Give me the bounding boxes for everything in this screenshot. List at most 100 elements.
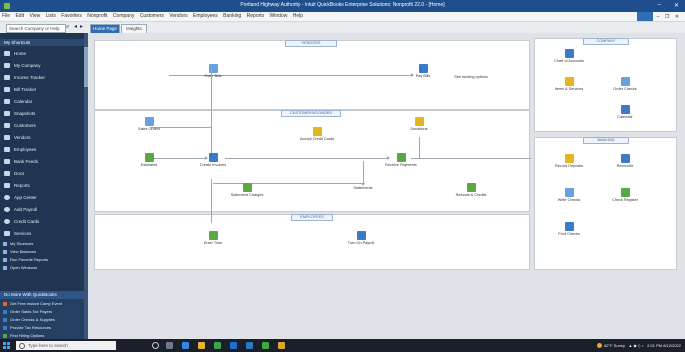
do-more-item[interactable]: Provide Tax Resources bbox=[0, 324, 88, 332]
favorite-reports-icon bbox=[3, 258, 7, 262]
reconcile-node[interactable]: Reconcile bbox=[605, 154, 645, 169]
enter-time-node[interactable]: Enter Time bbox=[193, 231, 233, 246]
windows-start-icon[interactable] bbox=[3, 342, 10, 349]
sidebar-item-bill-tracker[interactable]: Bill Tracker bbox=[0, 84, 84, 95]
see-funding-node[interactable]: See funding options bbox=[451, 74, 491, 80]
sidebar-item-bank-feeds[interactable]: Bank Feeds bbox=[0, 156, 84, 167]
menu-file[interactable]: File bbox=[0, 12, 12, 20]
accept-credit-cards-label: Accept Credit Cards bbox=[300, 137, 334, 141]
sidebar-link-view-balances[interactable]: View Balances bbox=[0, 248, 84, 256]
sidebar-item-home[interactable]: Home bbox=[0, 48, 84, 59]
app-taskbar-icon[interactable] bbox=[278, 342, 285, 349]
menu-window[interactable]: Window bbox=[268, 12, 290, 20]
sidebar-item-docs[interactable]: Docs bbox=[0, 168, 84, 179]
sidebar-item-vendors[interactable]: Vendors bbox=[0, 132, 84, 143]
record-deposits-node[interactable]: Record Deposits bbox=[549, 154, 589, 169]
items-services-node[interactable]: Items & Services bbox=[549, 77, 589, 92]
chart-of-accounts-label: Chart of Accounts bbox=[554, 59, 584, 63]
sidebar-item-app-center[interactable]: App Center bbox=[0, 192, 84, 203]
menu-edit[interactable]: Edit bbox=[13, 12, 26, 20]
do-more-item[interactable]: Order Checks & Supplies bbox=[0, 316, 88, 324]
chrome-icon[interactable] bbox=[214, 342, 221, 349]
tray-icons[interactable]: ▲ ◆ ◇ ♪ bbox=[628, 343, 643, 348]
sidebar-item-add-payroll[interactable]: Add Payroll bbox=[0, 204, 84, 215]
sales-orders-node[interactable]: Sales Orders bbox=[129, 117, 169, 132]
close-button[interactable]: ✕ bbox=[674, 2, 679, 9]
menu-employees[interactable]: Employees bbox=[191, 12, 220, 20]
sidebar-link-my-shortcuts[interactable]: My Shortcuts bbox=[0, 240, 84, 248]
file-explorer-icon[interactable] bbox=[198, 342, 205, 349]
enter-bills-node[interactable]: Enter Bills bbox=[193, 64, 233, 79]
donations-node[interactable]: Donations bbox=[399, 117, 439, 132]
sidebar-item-reports[interactable]: Reports bbox=[0, 180, 84, 191]
sidebar-item-label: App Center bbox=[14, 195, 37, 200]
sidebar-link-favorite-reports[interactable]: Run Favorite Reports bbox=[0, 256, 84, 264]
check-register-node[interactable]: Check Register bbox=[605, 188, 645, 203]
accept-credit-cards-node[interactable]: Accept Credit Cards bbox=[297, 127, 337, 142]
taskbar-search-input[interactable]: Type here to search bbox=[16, 341, 116, 350]
edge-icon[interactable] bbox=[182, 342, 189, 349]
calendar-grid-icon bbox=[620, 105, 630, 114]
record-deposits-icon bbox=[564, 154, 574, 163]
estimates-node[interactable]: Estimates bbox=[129, 153, 169, 168]
customers-panel: CUSTOMERS/DONORS Sales Orders Accept Cre… bbox=[94, 69, 531, 212]
cortana-icon[interactable] bbox=[152, 342, 159, 349]
minimize-button[interactable]: – bbox=[658, 2, 661, 8]
calendar-node[interactable]: Calendar bbox=[605, 105, 645, 120]
pay-bills-node[interactable]: Pay Bills bbox=[403, 64, 443, 79]
sidebar-item-label: My Company bbox=[14, 63, 41, 68]
create-invoices-node[interactable]: Create Invoices bbox=[193, 153, 233, 168]
check-register-icon bbox=[620, 188, 630, 197]
clock-date[interactable]: 8/12/2022 bbox=[663, 343, 681, 348]
statement-charges-node[interactable]: Statement Charges bbox=[227, 183, 267, 198]
order-checks-node[interactable]: Order Checks bbox=[605, 77, 645, 92]
clock-time[interactable]: 2:01 PM bbox=[647, 343, 662, 348]
expand-sidebar-icon[interactable]: ▸ bbox=[80, 24, 83, 31]
sidebar-item-employees[interactable]: Employees bbox=[0, 144, 84, 155]
chart-of-accounts-node[interactable]: Chart of Accounts bbox=[549, 49, 589, 64]
sidebar-item-income-tracker[interactable]: Income Tracker bbox=[0, 72, 84, 83]
menu-nonprofit[interactable]: Nonprofit bbox=[85, 12, 109, 20]
sidebar-item-customers[interactable]: Customers bbox=[0, 120, 84, 131]
company-search-input[interactable]: Search Company or Help bbox=[6, 24, 66, 33]
outlook-icon[interactable] bbox=[230, 342, 237, 349]
notification-icon[interactable] bbox=[637, 12, 654, 21]
do-more-item[interactable]: Order Sales Tax Payers bbox=[0, 308, 88, 316]
menu-reports[interactable]: Reports bbox=[245, 12, 267, 20]
sidebar-link-open-windows[interactable]: Open Windows bbox=[0, 264, 84, 272]
print-checks-node[interactable]: Print Checks bbox=[549, 222, 589, 237]
quickbooks-taskbar-icon[interactable] bbox=[262, 342, 269, 349]
menu-view[interactable]: View bbox=[27, 12, 42, 20]
turn-on-payroll-node[interactable]: Turn On Payroll bbox=[341, 231, 381, 246]
write-checks-node[interactable]: Write Checks bbox=[549, 188, 589, 203]
tax-resources-icon bbox=[3, 326, 7, 330]
camp-event-icon bbox=[3, 302, 7, 306]
collapse-sidebar-icon[interactable]: ◂ bbox=[74, 24, 77, 31]
refunds-credits-label: Refunds & Credits bbox=[455, 193, 487, 197]
system-tray: 82°F Sunny ▲ ◆ ◇ ♪ 2:01 PM 8/12/2022 bbox=[597, 341, 681, 350]
sidebar-item-calendar[interactable]: Calendar bbox=[0, 96, 84, 107]
statements-node[interactable]: Statements bbox=[343, 185, 383, 191]
doc-minimize-button[interactable]: – bbox=[655, 13, 662, 21]
menu-customers[interactable]: Customers bbox=[138, 12, 166, 20]
word-icon[interactable] bbox=[246, 342, 253, 349]
menu-company[interactable]: Company bbox=[111, 12, 136, 20]
doc-restore-button[interactable]: ❐ bbox=[663, 13, 671, 21]
banking-label: BANKING bbox=[583, 137, 629, 144]
menu-favorites[interactable]: Favorites bbox=[59, 12, 84, 20]
sidebar-item-snapshots[interactable]: Snapshots bbox=[0, 108, 84, 119]
menu-banking[interactable]: Banking bbox=[221, 12, 243, 20]
menu-help[interactable]: Help bbox=[291, 12, 305, 20]
sidebar-item-credit-cards[interactable]: Credit Cards bbox=[0, 216, 84, 227]
refunds-credits-node[interactable]: Refunds & Credits bbox=[451, 183, 491, 198]
do-more-item[interactable]: Get Free Instant Camp Event bbox=[0, 300, 88, 308]
menu-lists[interactable]: Lists bbox=[44, 12, 58, 20]
sidebar-item-services[interactable]: Services bbox=[0, 228, 84, 239]
doc-close-button[interactable]: ✕ bbox=[673, 13, 681, 21]
sidebar-item-my-company[interactable]: My Company bbox=[0, 60, 84, 71]
menu-vendors[interactable]: Vendors bbox=[167, 12, 189, 20]
receive-payments-node[interactable]: Receive Payments bbox=[381, 153, 421, 168]
search-icon[interactable]: ⌕ bbox=[66, 24, 69, 31]
task-view-icon[interactable] bbox=[166, 342, 173, 349]
do-more-label: Get Free Instant Camp Event bbox=[10, 301, 63, 306]
